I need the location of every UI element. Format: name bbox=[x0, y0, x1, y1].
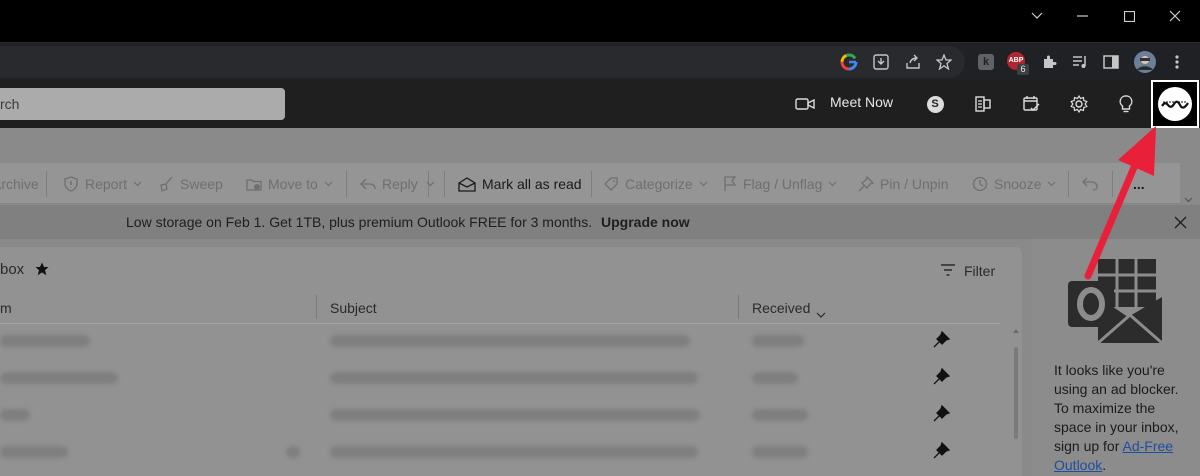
column-header-from[interactable]: m bbox=[0, 300, 12, 316]
window-titlebar bbox=[0, 0, 1200, 42]
folder-move-icon bbox=[246, 178, 262, 191]
tips-lightbulb-icon[interactable] bbox=[1114, 92, 1138, 116]
snooze-label: Snooze bbox=[994, 175, 1042, 192]
address-bar[interactable] bbox=[0, 46, 965, 78]
browser-toolbar: k ABP 6 bbox=[0, 42, 1200, 80]
categorize-label: Categorize bbox=[625, 175, 693, 192]
flag-unflag-button[interactable]: Flag / Unflag bbox=[723, 163, 837, 204]
close-window-icon[interactable] bbox=[1152, 0, 1198, 32]
skype-icon[interactable]: S bbox=[923, 92, 947, 116]
sort-chevron-down-icon[interactable] bbox=[816, 305, 826, 323]
media-queue-icon[interactable] bbox=[1068, 50, 1092, 74]
ribbon-divider bbox=[444, 171, 445, 197]
chevron-down-icon bbox=[133, 181, 142, 186]
meet-now-button[interactable]: Meet Now bbox=[830, 94, 893, 110]
reply-label: Reply bbox=[382, 175, 418, 192]
storage-banner: Low storage on Feb 1. Get 1TB, plus prem… bbox=[0, 205, 1200, 239]
table-row[interactable] bbox=[0, 433, 1000, 470]
ad-blocker-message: It looks like you're using an ad blocker… bbox=[1054, 361, 1184, 475]
chevron-down-icon bbox=[828, 181, 837, 186]
extension-k-icon[interactable]: k bbox=[974, 50, 998, 74]
table-row[interactable] bbox=[0, 396, 1000, 433]
annotation-arrow bbox=[1084, 126, 1156, 280]
video-camera-icon bbox=[793, 92, 817, 116]
share-icon[interactable] bbox=[901, 50, 925, 74]
ribbon-divider bbox=[1068, 171, 1069, 197]
flag-label: Flag / Unflag bbox=[743, 175, 823, 192]
maximize-icon[interactable] bbox=[1106, 0, 1152, 32]
search-input[interactable]: rch bbox=[0, 88, 285, 120]
move-to-label: Move to bbox=[268, 175, 318, 192]
browser-menu-icon[interactable] bbox=[1165, 50, 1189, 74]
row-divider bbox=[0, 323, 1000, 324]
message-list-scrollbar[interactable] bbox=[1012, 327, 1020, 476]
profile-avatar-icon[interactable] bbox=[1133, 50, 1157, 74]
favorite-star-icon[interactable] bbox=[35, 262, 49, 281]
outlook-header: rch Meet Now S bbox=[0, 80, 1200, 128]
message-list-panel: box Filter m Subject Received bbox=[0, 247, 1022, 476]
shield-icon bbox=[64, 175, 78, 192]
pin-icon bbox=[858, 175, 874, 191]
report-button[interactable]: Report bbox=[63, 163, 142, 204]
minimize-icon[interactable] bbox=[1060, 0, 1106, 32]
pin-icon[interactable] bbox=[932, 331, 950, 349]
pin-icon[interactable] bbox=[932, 405, 950, 423]
envelope-open-icon bbox=[458, 176, 476, 192]
folder-title: box bbox=[0, 261, 25, 278]
pin-icon[interactable] bbox=[932, 368, 950, 386]
settings-gear-icon[interactable] bbox=[1067, 92, 1091, 116]
pin-label: Pin / Unpin bbox=[880, 175, 949, 192]
report-label: Report bbox=[85, 175, 128, 192]
chevron-down-icon bbox=[699, 181, 708, 186]
broom-icon bbox=[160, 176, 173, 192]
pin-icon[interactable] bbox=[932, 442, 950, 460]
tag-icon bbox=[604, 176, 618, 191]
bookmark-star-icon[interactable] bbox=[932, 50, 956, 74]
archive-label: Archive bbox=[0, 175, 39, 192]
adblock-extension-icon[interactable]: ABP 6 bbox=[1005, 50, 1029, 75]
chevron-down-icon bbox=[324, 181, 333, 186]
table-row[interactable] bbox=[0, 322, 1000, 359]
ribbon-divider bbox=[46, 171, 47, 197]
ribbon-divider bbox=[346, 171, 347, 197]
snooze-button[interactable]: Snooze bbox=[972, 163, 1056, 204]
install-app-icon[interactable] bbox=[869, 50, 893, 74]
column-header-subject[interactable]: Subject bbox=[330, 300, 377, 316]
sweep-label: Sweep bbox=[180, 175, 223, 192]
adblock-count-badge: 6 bbox=[1017, 64, 1029, 75]
move-to-button[interactable]: Move to bbox=[246, 163, 333, 204]
flag-icon bbox=[724, 175, 737, 191]
clock-icon bbox=[972, 176, 988, 191]
chevron-down-icon bbox=[426, 181, 435, 186]
command-ribbon: Archive Report Sweep Move to Reply Mark … bbox=[0, 163, 1180, 204]
filter-button[interactable]: Filter bbox=[964, 263, 995, 279]
sweep-button[interactable]: Sweep bbox=[158, 163, 223, 204]
mark-all-read-label: Mark all as read bbox=[482, 175, 582, 192]
archive-button[interactable]: Archive bbox=[0, 163, 39, 204]
column-header-received[interactable]: Received bbox=[752, 300, 810, 316]
avatar-logo bbox=[1158, 87, 1192, 121]
categorize-button[interactable]: Categorize bbox=[603, 163, 708, 204]
reply-options-chevron[interactable] bbox=[426, 163, 435, 204]
reply-arrow-icon bbox=[360, 178, 376, 189]
office-apps-icon[interactable] bbox=[971, 92, 995, 116]
google-icon[interactable] bbox=[837, 50, 861, 74]
reply-button[interactable]: Reply bbox=[360, 163, 418, 204]
ad-panel-suffix: . bbox=[1102, 457, 1107, 473]
upgrade-now-link[interactable]: Upgrade now bbox=[601, 214, 690, 230]
extensions-puzzle-icon[interactable] bbox=[1037, 50, 1061, 74]
column-divider bbox=[316, 295, 317, 319]
close-banner-icon[interactable] bbox=[1174, 216, 1187, 232]
ribbon-divider bbox=[591, 171, 592, 197]
chevron-down-icon[interactable] bbox=[1014, 0, 1060, 32]
column-divider bbox=[738, 295, 739, 319]
banner-text: Low storage on Feb 1. Get 1TB, plus prem… bbox=[126, 214, 593, 230]
my-day-calendar-icon[interactable] bbox=[1019, 92, 1043, 116]
chevron-down-icon bbox=[1048, 181, 1056, 186]
filter-icon bbox=[940, 263, 956, 281]
pin-unpin-button[interactable]: Pin / Unpin bbox=[858, 163, 948, 204]
table-row[interactable] bbox=[0, 359, 1000, 396]
side-panel-icon[interactable] bbox=[1099, 50, 1123, 74]
mark-all-read-button[interactable]: Mark all as read bbox=[458, 163, 582, 204]
